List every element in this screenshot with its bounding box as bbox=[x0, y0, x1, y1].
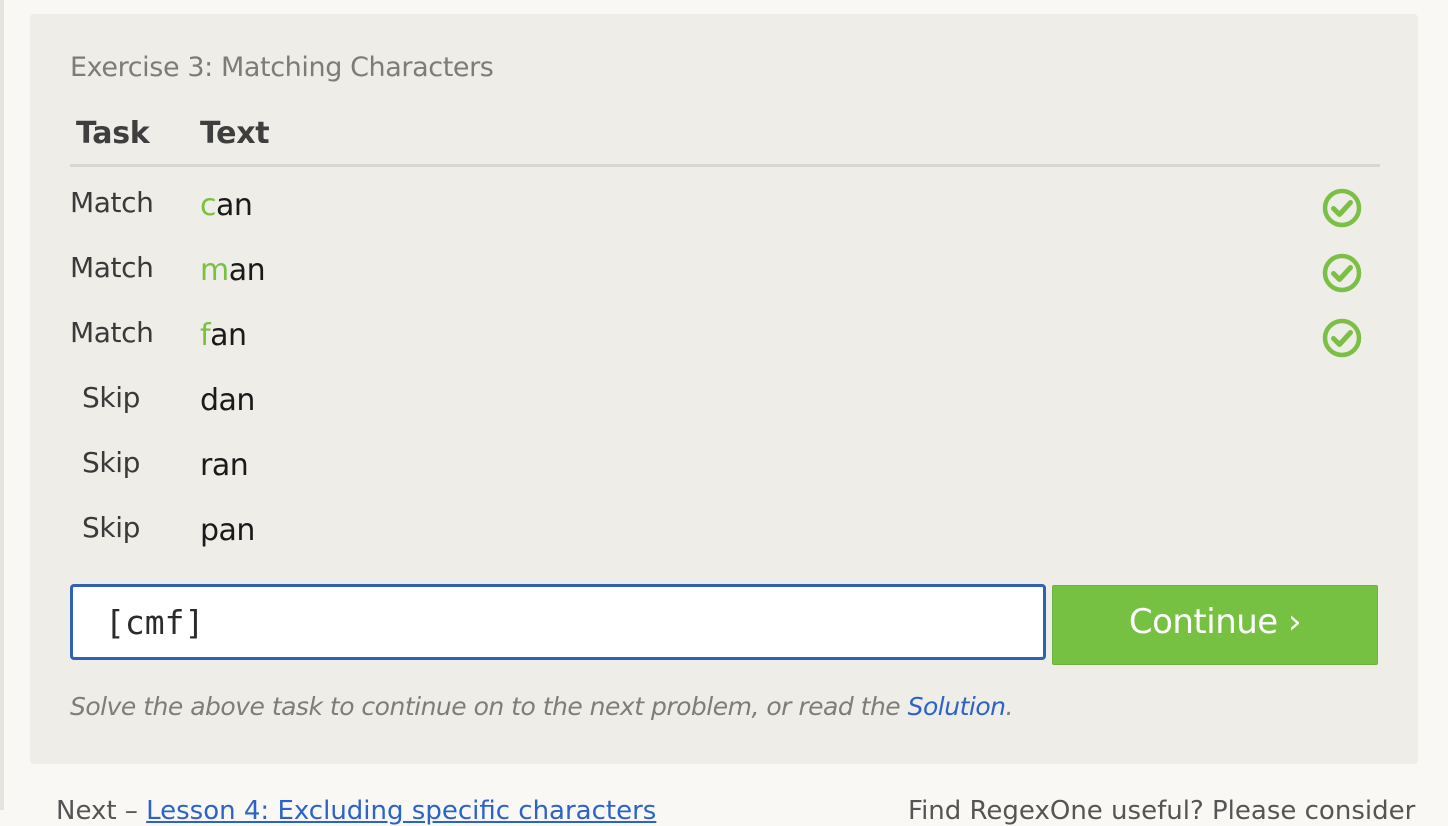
solution-link[interactable]: Solution bbox=[908, 692, 1006, 721]
test-string-rest: pan bbox=[200, 513, 255, 548]
next-prefix: Next – bbox=[56, 796, 147, 826]
check-circle-icon bbox=[1322, 253, 1362, 293]
test-string: fan bbox=[200, 318, 247, 353]
hint-text-before: Solve the above task to continue on to t… bbox=[70, 692, 908, 721]
match-highlight: f bbox=[200, 318, 211, 353]
test-string-rest: dan bbox=[200, 383, 255, 418]
test-string-rest: an bbox=[228, 253, 266, 288]
test-string-rest: an bbox=[216, 188, 253, 223]
hint-text: Solve the above task to continue on to t… bbox=[70, 692, 1013, 721]
match-highlight: m bbox=[200, 253, 229, 288]
table-row: Skip pan bbox=[70, 511, 1380, 571]
text-column-header: Text bbox=[200, 116, 270, 151]
task-label: Skip bbox=[82, 381, 140, 414]
task-label: Match bbox=[70, 251, 154, 284]
continue-button[interactable]: Continue › bbox=[1052, 585, 1378, 665]
task-column-header: Task bbox=[76, 116, 150, 151]
table-header: Task Text bbox=[70, 114, 1380, 167]
page-left-edge bbox=[0, 0, 4, 810]
table-row: Match man bbox=[70, 251, 1380, 311]
check-circle-icon bbox=[1322, 188, 1362, 228]
table-row: Skip dan bbox=[70, 381, 1380, 441]
test-string: dan bbox=[200, 383, 255, 418]
test-string: man bbox=[200, 253, 266, 288]
task-label: Skip bbox=[82, 446, 140, 479]
exercise-panel: Exercise 3: Matching Characters Task Tex… bbox=[30, 14, 1418, 764]
test-string-rest: ran bbox=[200, 448, 249, 483]
test-string: can bbox=[200, 188, 253, 223]
next-lesson: Next – Lesson 4: Excluding specific char… bbox=[56, 796, 656, 826]
match-highlight: c bbox=[200, 188, 217, 223]
task-label: Match bbox=[70, 186, 154, 219]
task-label: Skip bbox=[82, 511, 140, 544]
hint-text-after: . bbox=[1005, 692, 1013, 721]
task-label: Match bbox=[70, 316, 154, 349]
table-row: Match can bbox=[70, 186, 1380, 246]
regex-input[interactable] bbox=[70, 584, 1046, 660]
support-text: Find RegexOne useful? Please consider bbox=[908, 796, 1416, 826]
check-circle-icon bbox=[1322, 318, 1362, 358]
test-string: ran bbox=[200, 448, 249, 483]
next-lesson-link[interactable]: Lesson 4: Excluding specific characters bbox=[146, 796, 656, 826]
exercise-title: Exercise 3: Matching Characters bbox=[70, 52, 494, 83]
test-string: pan bbox=[200, 513, 255, 548]
table-row: Skip ran bbox=[70, 446, 1380, 506]
table-row: Match fan bbox=[70, 316, 1380, 376]
test-string-rest: an bbox=[210, 318, 247, 353]
